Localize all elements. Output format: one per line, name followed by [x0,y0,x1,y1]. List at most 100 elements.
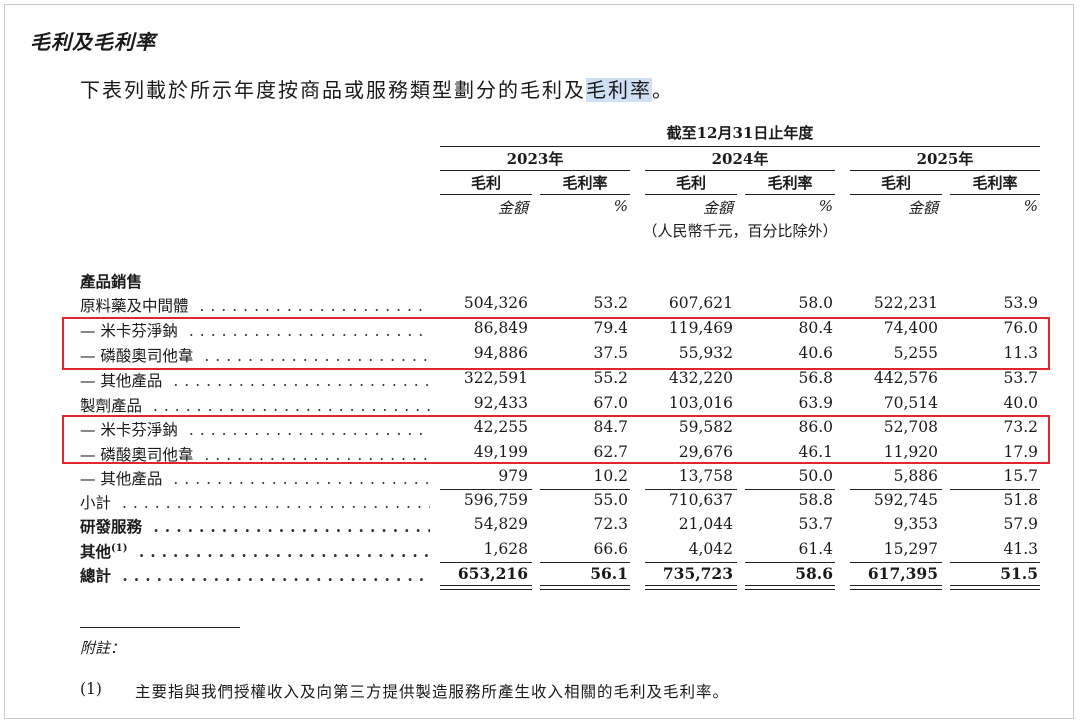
row-label-text: 研發服務 [80,517,143,536]
cell-gross-margin: 56.8 [798,369,833,387]
cell-gross-profit: 92,433 [473,394,528,412]
cell-gross-profit: 607,621 [668,294,733,312]
cell-gross-margin: 53.7 [798,515,833,533]
total-top-rule [850,562,942,563]
total-double-rule [745,585,835,590]
cell-gross-margin: 66.6 [593,540,628,558]
unit-percent: % [1023,197,1038,215]
subtotal-rule [540,489,630,490]
leader-dots: ........................................ [152,397,430,415]
table-row: 其他(1) ..................................… [0,540,1080,564]
leader-dots: ........................................ [173,470,430,488]
cell-gross-margin: 53.9 [1003,294,1038,312]
intro-paragraph: 下表列載於所示年度按商品或服務類型劃分的毛利及毛利率。 [80,74,674,103]
subtotal-rule [950,489,1040,490]
table-row: — 其他產品 .................................… [0,467,1080,491]
row-label: 製劑產品 ...................................… [80,394,430,416]
footnote-ref: (1) [111,542,128,554]
subheader-rule [440,194,532,195]
cell-gross-profit: 1,628 [483,540,528,558]
cell-gross-margin: 53.7 [1003,369,1038,387]
unit-amount: 金額 [497,199,528,217]
row-label: 總計 .....................................… [80,564,430,586]
cell-gross-profit: 592,745 [873,491,938,509]
cell-gross-profit: 710,637 [668,491,733,509]
total-double-rule [850,585,942,590]
cell-gross-profit: 617,395 [867,564,938,583]
row-label-text: 製劑產品 [80,397,143,415]
col-gross-margin: 毛利率 [767,174,813,192]
table-row: 小計 .....................................… [0,491,1080,515]
table-row: 研發服務 ...................................… [0,515,1080,539]
cell-gross-profit: 5,886 [893,467,938,485]
leader-dots: ........................................ [173,372,430,390]
cell-gross-margin: 10.2 [593,467,628,485]
total-double-rule [440,585,532,590]
col-gross-margin: 毛利率 [972,174,1018,192]
footnote-text: 主要指與我們授權收入及向第三方提供製造服務所產生收入相關的毛利及毛利率。 [135,683,730,701]
col-gross-profit: 毛利 [675,174,706,192]
leader-dots: ........................................ [199,297,430,315]
year-rule [645,170,835,171]
row-label: 研發服務 ...................................… [80,515,430,537]
unit-amount: 金額 [907,199,938,217]
period-header: 截至12月31日止年度 [666,124,814,142]
cell-gross-profit: 15,297 [883,540,938,558]
year-header: 2024年 [711,150,769,168]
total-double-rule [645,585,737,590]
cell-gross-margin: 72.3 [593,515,628,533]
footnote-number: (1) [80,680,102,698]
unit-percent: % [818,197,833,215]
subheader-rule [540,194,630,195]
row-label-text: 其他 [80,542,112,561]
year-header: 2023年 [506,150,564,168]
cell-gross-margin: 58.8 [798,491,833,509]
row-label: 原料藥及中間體 ................................… [80,294,430,316]
section-title: 毛利及毛利率 [30,30,156,54]
subheader-rule [850,194,942,195]
cell-gross-margin: 53.2 [593,294,628,312]
col-gross-profit: 毛利 [880,174,911,192]
cell-gross-profit: 70,514 [883,394,938,412]
cell-gross-margin: 58.6 [795,564,833,583]
year-header: 2025年 [916,150,974,168]
footnote-heading: 附註： [80,639,126,657]
table-row: 原料藥及中間體 ................................… [0,294,1080,318]
cell-gross-profit: 596,759 [463,491,528,509]
cell-gross-profit: 504,326 [463,294,528,312]
total-top-rule [540,562,630,563]
row-label-text: 小計 [80,494,112,512]
year-rule [850,170,1040,171]
subheader-rule [745,194,835,195]
year-rule [440,170,630,171]
row-label: — 其他產品 .................................… [80,467,430,489]
cell-gross-profit: 735,723 [662,564,733,583]
total-double-rule [540,585,630,590]
cell-gross-margin: 51.8 [1003,491,1038,509]
cell-gross-margin: 63.9 [798,394,833,412]
cell-gross-margin: 67.0 [593,394,628,412]
row-label-text: 總計 [80,566,112,585]
unit-amount: 金額 [702,199,733,217]
highlight-box-formulation [62,415,1050,464]
cell-gross-margin: 55.0 [593,491,628,509]
cell-gross-profit: 9,353 [893,515,938,533]
cell-gross-margin: 41.3 [1003,540,1038,558]
subtotal-rule [745,489,835,490]
total-top-rule [745,562,835,563]
subtotal-rule [645,489,737,490]
cell-gross-profit: 653,216 [457,564,528,583]
col-gross-margin: 毛利率 [562,174,608,192]
col-gross-profit: 毛利 [470,174,501,192]
cell-gross-margin: 56.1 [590,564,628,583]
table-row: — 其他產品 .................................… [0,369,1080,393]
cell-gross-profit: 979 [498,467,528,485]
cell-gross-margin: 40.0 [1003,394,1038,412]
leader-dots: ........................................ [121,494,430,512]
row-label: 小計 .....................................… [80,491,430,513]
row-label-text: 原料藥及中間體 [80,297,189,315]
subtotal-rule [440,489,532,490]
row-label-text: — 其他產品 [80,372,163,390]
unit-percent: % [613,197,628,215]
leader-dots: ........................................ [138,542,430,561]
